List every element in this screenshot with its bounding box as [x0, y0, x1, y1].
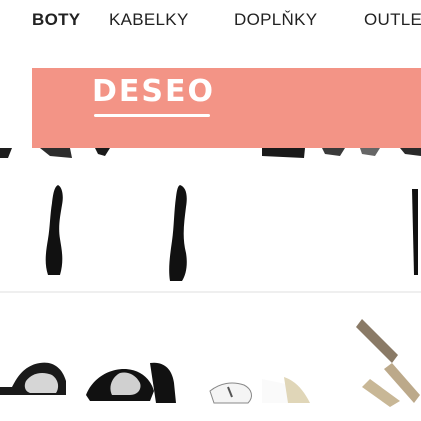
- nav-item-boty[interactable]: BOTY: [32, 10, 80, 30]
- logo-underline: [94, 114, 210, 117]
- nav-item-kabelky[interactable]: KABELKY: [109, 10, 189, 30]
- nav-item-doplnky[interactable]: DOPLŇKY: [234, 10, 317, 30]
- nav-item-outlet[interactable]: OUTLE: [364, 10, 421, 30]
- product-row: [0, 291, 421, 421]
- product-row-graphic: [0, 183, 421, 291]
- brand-banner[interactable]: DESEO: [32, 68, 421, 148]
- product-strip-top: [0, 148, 421, 183]
- top-navigation: BOTY KABELKY DOPLŇKY OUTLE: [0, 0, 421, 50]
- product-strip-graphic: [0, 148, 421, 183]
- product-row-graphic: [0, 291, 421, 421]
- brand-logo: DESEO: [92, 74, 215, 109]
- product-row: [0, 183, 421, 291]
